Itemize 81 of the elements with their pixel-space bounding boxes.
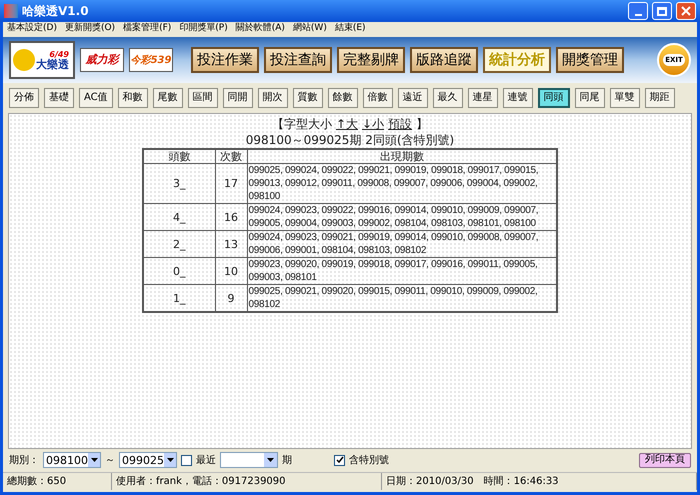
- main-nav-button[interactable]: 開獎管理: [556, 47, 624, 73]
- menu-item[interactable]: 關於軟體(A): [236, 24, 285, 33]
- special-number-label: 含特別號: [349, 454, 390, 468]
- table-cell: 099025, 099024, 099022, 099021, 099019, 099018, 099017, 099015, 099013, 099012, 099011, 099008, 099007, 099006, 099004, 099002, 098100: [247, 164, 557, 204]
- analysis-tab[interactable]: 遠近: [398, 88, 428, 108]
- analysis-tab[interactable]: 和數: [118, 88, 148, 108]
- logo-text: 大樂透: [36, 58, 69, 70]
- menu-item[interactable]: 網站(W): [292, 24, 327, 33]
- status-field: 日期：2010/03/30 時間：16:46:33: [382, 473, 697, 490]
- close-icon: [681, 6, 691, 16]
- analysis-tab[interactable]: 倍數: [362, 88, 393, 108]
- column-header: 出現期數: [247, 149, 557, 164]
- sun-icon: [13, 49, 35, 71]
- analysis-tab[interactable]: 單雙: [610, 88, 640, 108]
- logo-sub: 6/49: [49, 50, 69, 58]
- lottery-logo[interactable]: 6/49 大樂透: [9, 41, 75, 79]
- menu-item[interactable]: 印開獎單(P): [179, 24, 228, 33]
- analysis-tab[interactable]: 分佈: [9, 88, 39, 108]
- close-button[interactable]: [676, 2, 696, 20]
- window-title: 哈樂透V1.0: [22, 3, 90, 20]
- maximize-button[interactable]: [652, 2, 672, 20]
- checkbox[interactable]: [181, 454, 192, 466]
- analysis-tab[interactable]: 質數: [292, 88, 323, 108]
- table-cell: 16: [215, 204, 247, 230]
- print-button[interactable]: 列印本頁: [639, 452, 691, 468]
- period-dropdown[interactable]: 098100: [43, 452, 101, 468]
- analysis-tab[interactable]: 連號: [502, 88, 533, 108]
- main-nav-button[interactable]: 投注查詢: [264, 47, 332, 73]
- font-size-link[interactable]: ↑大: [336, 117, 358, 132]
- font-size-label: 【字型大小: [272, 117, 332, 132]
- tilde-text: ～: [105, 454, 115, 468]
- table-cell: 2_: [143, 230, 215, 258]
- analysis-tab[interactable]: 連星: [468, 88, 498, 108]
- menu-item[interactable]: 檔案管理(F): [123, 24, 172, 33]
- table-cell: 3_: [143, 164, 215, 204]
- table-cell: 17: [215, 164, 247, 204]
- bracket-text: 】: [416, 117, 428, 132]
- analysis-tab[interactable]: 期距: [644, 88, 675, 108]
- recent-label: 最近: [196, 454, 216, 468]
- app-icon: [4, 4, 18, 18]
- caret-icon: [267, 458, 274, 462]
- period-label: 期別：: [9, 454, 39, 468]
- table-cell: 10: [215, 258, 247, 284]
- table-cell: 099024, 099023, 099022, 099016, 099014, 099010, 099009, 099007, 099005, 099004, 099003, 099002, 098104, 098103, 098101, 098100: [247, 204, 557, 230]
- font-size-link[interactable]: ↓小: [362, 117, 384, 132]
- lottery-logo[interactable]: 威力彩: [80, 48, 124, 72]
- minimize-button[interactable]: [628, 2, 648, 20]
- main-nav-button[interactable]: 投注作業: [191, 47, 259, 73]
- period-unit-label: 期: [282, 454, 292, 468]
- checkbox[interactable]: [334, 454, 345, 466]
- status-field: 總期數：650: [3, 473, 112, 490]
- menu-item[interactable]: 基本設定(D): [7, 24, 57, 33]
- menu-item[interactable]: 更新開獎(O): [64, 24, 116, 33]
- status-field: 使用者：frank，電話：0917239090: [112, 473, 382, 490]
- font-size-link[interactable]: 預設: [388, 117, 412, 132]
- menu-item[interactable]: 結束(E): [334, 24, 366, 33]
- main-nav-button[interactable]: 版路追蹤: [410, 47, 478, 73]
- caret-icon: [166, 458, 174, 462]
- analysis-tab[interactable]: AC值: [79, 88, 113, 108]
- table-cell: 0_: [143, 258, 215, 284]
- table-cell: 13: [215, 230, 247, 258]
- analysis-tab[interactable]: 同頭: [538, 88, 570, 108]
- analysis-tab[interactable]: 基礎: [44, 88, 74, 108]
- table-cell: 4_: [143, 204, 215, 230]
- analysis-tab[interactable]: 同尾: [574, 88, 605, 108]
- table-cell: 099024, 099023, 099021, 099019, 099014, 099010, 099008, 099007, 099006, 099001, 098104, 098103, 098102: [247, 230, 557, 258]
- main-nav-button[interactable]: 完整剔牌: [337, 47, 405, 73]
- analysis-tab[interactable]: 尾數: [152, 88, 183, 108]
- period-dropdown[interactable]: 099025: [119, 452, 177, 468]
- column-header: 頭數: [143, 149, 215, 164]
- caret-icon: [90, 458, 98, 462]
- report-title: 098100～099025期 2同頭(含特別號): [246, 132, 454, 148]
- column-header: 次數: [215, 149, 247, 164]
- analysis-tab[interactable]: 最久: [432, 88, 463, 108]
- period-dropdown[interactable]: [220, 452, 278, 468]
- table-cell: 099023, 099020, 099019, 099018, 099017, 099016, 099011, 099005, 099003, 098101: [247, 258, 557, 284]
- analysis-tab[interactable]: 開次: [258, 88, 288, 108]
- analysis-tab[interactable]: 區間: [188, 88, 218, 108]
- analysis-tab[interactable]: 餘數: [328, 88, 358, 108]
- analysis-tab[interactable]: 同開: [222, 88, 253, 108]
- lottery-logo[interactable]: 今彩539: [129, 48, 173, 72]
